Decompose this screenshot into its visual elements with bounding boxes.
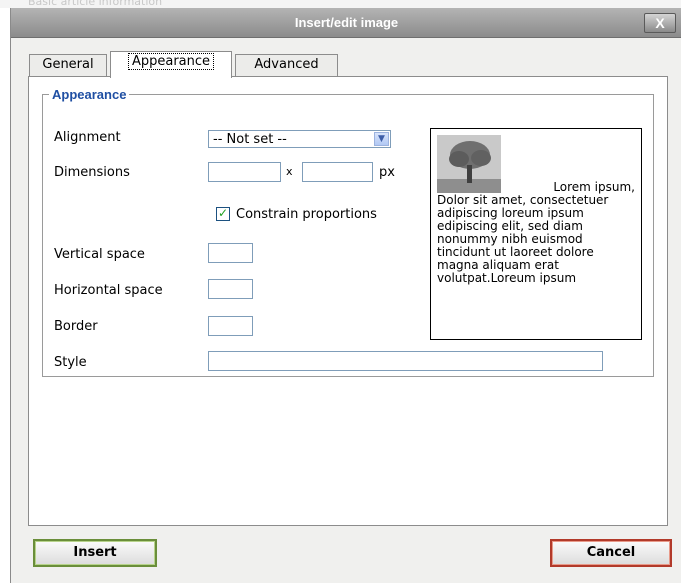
tree-image-icon [437, 135, 501, 193]
dimensions-label: Dimensions [54, 165, 130, 180]
border-input[interactable] [208, 316, 253, 336]
insert-image-dialog: Insert/edit image X General Appearance A… [10, 8, 681, 583]
horizontal-space-label: Horizontal space [54, 283, 163, 298]
dimensions-separator: x [286, 165, 293, 178]
dialog-titlebar[interactable]: Insert/edit image X [11, 8, 681, 38]
insert-button[interactable]: Insert [33, 539, 157, 567]
close-icon: X [655, 15, 665, 31]
dimensions-unit: px [379, 165, 395, 180]
tab-appearance-label: Appearance [127, 53, 215, 70]
tab-advanced-label: Advanced [254, 57, 319, 72]
tab-advanced[interactable]: Advanced [235, 54, 338, 76]
horizontal-space-input[interactable] [208, 279, 253, 299]
style-input[interactable] [208, 351, 603, 371]
alignment-label: Alignment [54, 130, 121, 145]
preview-body: Dolor sit amet, consectetuer adipiscing … [437, 193, 609, 285]
insert-button-label: Insert [73, 545, 117, 560]
cancel-button-label: Cancel [586, 545, 636, 560]
cancel-button[interactable]: Cancel [550, 539, 672, 567]
background-ghost-text: Basic article information [28, 0, 163, 8]
chevron-down-icon[interactable]: ▼ [374, 132, 389, 146]
tab-appearance[interactable]: Appearance [110, 51, 232, 78]
vertical-space-input[interactable] [208, 243, 253, 263]
appearance-fieldset: Appearance Alignment -- Not set -- ▼ Dim… [42, 87, 654, 377]
constrain-proportions-checkbox[interactable]: ✓ [216, 207, 230, 221]
image-preview: Lorem ipsum, Dolor sit amet, consectetue… [430, 128, 642, 340]
background-page: Basic article information [0, 0, 681, 8]
alignment-select[interactable]: -- Not set -- ▼ [208, 130, 391, 148]
checkmark-icon: ✓ [217, 206, 229, 220]
close-button[interactable]: X [644, 13, 676, 33]
width-input[interactable] [208, 162, 281, 182]
tab-general-label: General [42, 57, 94, 72]
height-input[interactable] [302, 162, 373, 182]
appearance-panel: Appearance Alignment -- Not set -- ▼ Dim… [28, 76, 668, 526]
dialog-title: Insert/edit image [294, 15, 399, 30]
vertical-space-label: Vertical space [54, 247, 145, 262]
constrain-proportions-label: Constrain proportions [236, 207, 377, 222]
border-label: Border [54, 319, 98, 334]
style-label: Style [54, 355, 87, 370]
tab-general[interactable]: General [29, 54, 107, 76]
alignment-value: -- Not set -- [213, 132, 287, 147]
appearance-legend: Appearance [52, 87, 127, 102]
